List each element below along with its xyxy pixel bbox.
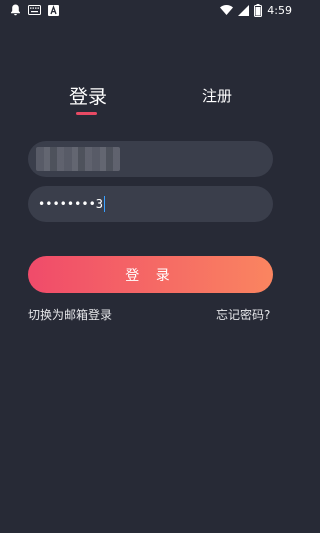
wifi-icon <box>220 5 234 15</box>
tab-login[interactable]: 登录 <box>69 82 107 109</box>
switch-to-email-login-link[interactable]: 切换为邮箱登录 <box>28 306 112 323</box>
bell-icon <box>10 4 21 16</box>
keyboard-icon <box>28 5 41 15</box>
battery-icon <box>254 3 263 17</box>
username-redacted-value <box>36 147 120 171</box>
tab-register[interactable]: 注册 <box>202 85 232 106</box>
status-time: 4:59 <box>267 3 292 17</box>
text-caret <box>104 196 106 212</box>
login-button[interactable]: 登 录 <box>28 256 273 293</box>
signal-icon <box>238 4 250 16</box>
username-field[interactable] <box>28 141 273 177</box>
status-bar: 4:59 <box>0 0 300 20</box>
password-field[interactable]: ••••••••3 <box>28 186 273 222</box>
forgot-password-link[interactable]: 忘记密码? <box>216 306 270 323</box>
active-tab-indicator <box>76 112 97 115</box>
password-value: ••••••••3 <box>38 197 104 211</box>
a-icon <box>48 4 59 16</box>
auth-tabs: 登录 注册 <box>0 82 300 122</box>
